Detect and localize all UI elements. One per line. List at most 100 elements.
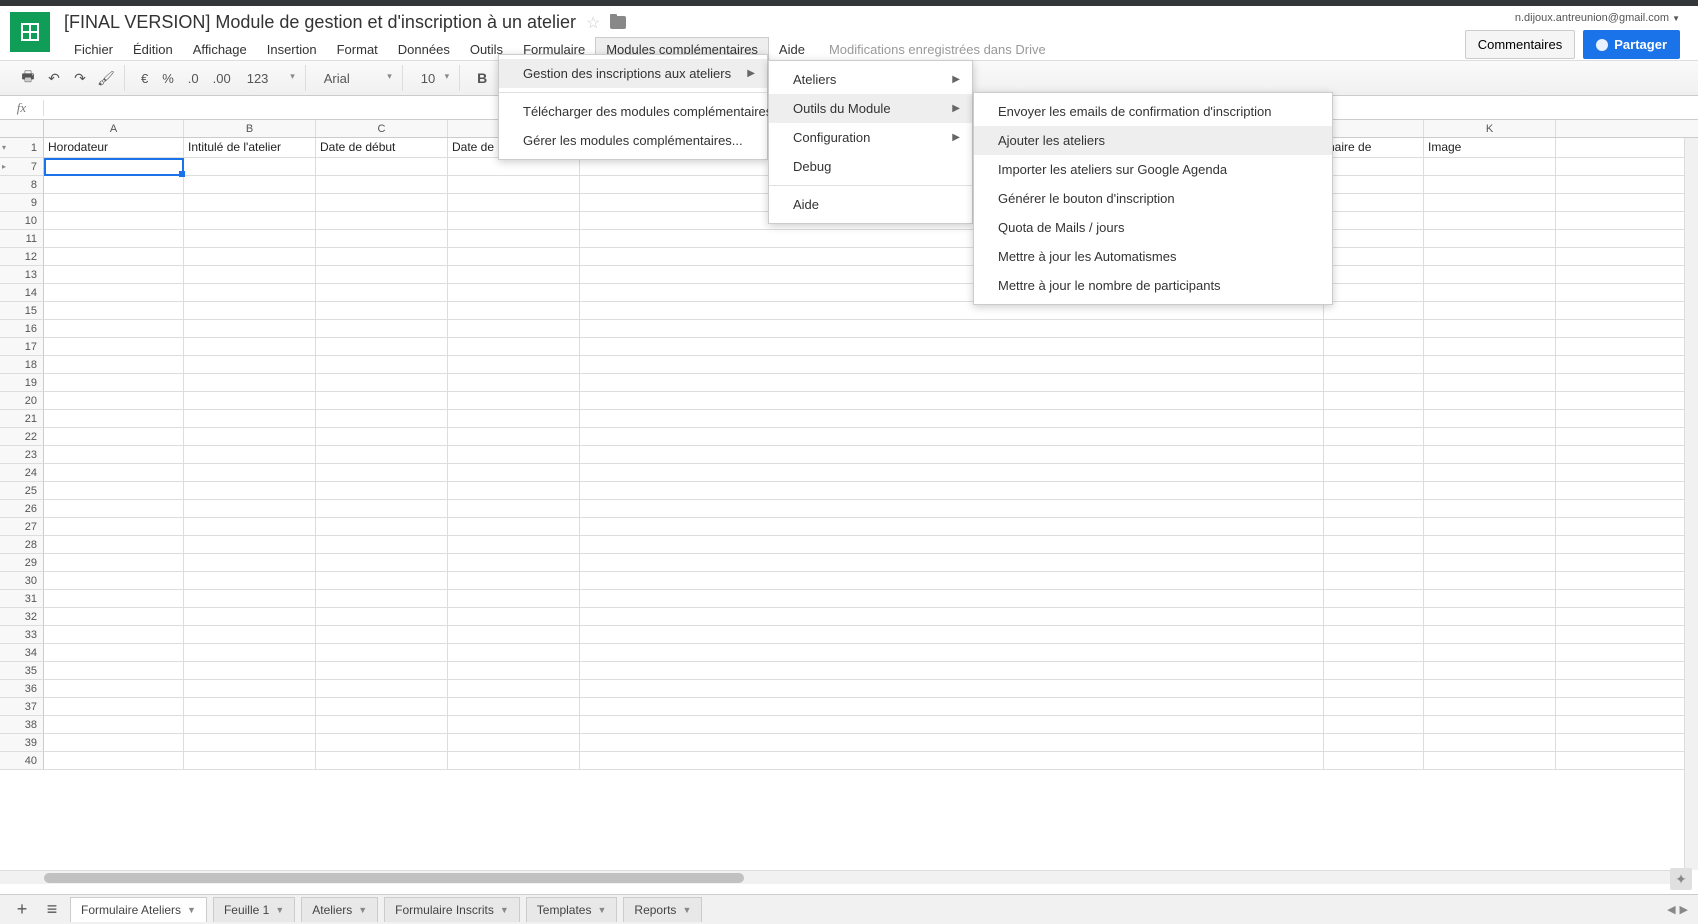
row-header-22[interactable]: 22	[0, 428, 44, 446]
row-header-19[interactable]: 19	[0, 374, 44, 392]
table-row[interactable]	[44, 464, 1698, 482]
row-header-18[interactable]: 18	[0, 356, 44, 374]
cell-partial[interactable]: naire de	[1324, 138, 1424, 157]
col-header-A[interactable]: A	[44, 120, 184, 137]
row-header-31[interactable]: 31	[0, 590, 44, 608]
menu-item[interactable]: Mettre à jour les Automatismes	[974, 242, 1332, 271]
table-row[interactable]	[44, 500, 1698, 518]
number-format-select[interactable]: 123	[239, 69, 299, 88]
row-header-1[interactable]: 1	[0, 138, 44, 158]
row-header-38[interactable]: 38	[0, 716, 44, 734]
sheet-tab[interactable]: Templates▼	[526, 897, 618, 922]
row-header-40[interactable]: 40	[0, 752, 44, 770]
menu-item[interactable]: Gestion des inscriptions aux ateliers▶	[499, 59, 767, 88]
table-row[interactable]	[44, 248, 1698, 266]
menu-format[interactable]: Format	[327, 38, 388, 61]
menu-affichage[interactable]: Affichage	[183, 38, 257, 61]
menu-insertion[interactable]: Insertion	[257, 38, 327, 61]
table-row[interactable]	[44, 734, 1698, 752]
cell-C1[interactable]: Date de début	[316, 138, 448, 157]
row-header-23[interactable]: 23	[0, 446, 44, 464]
table-row[interactable]	[44, 536, 1698, 554]
table-row[interactable]	[44, 608, 1698, 626]
row-header-9[interactable]: 9	[0, 194, 44, 212]
currency-format[interactable]: €	[135, 71, 154, 86]
menu-item[interactable]: Générer le bouton d'inscription	[974, 184, 1332, 213]
col-header-C[interactable]: C	[316, 120, 448, 137]
select-all-corner[interactable]	[0, 120, 44, 137]
menu-aide[interactable]: Aide	[769, 38, 815, 61]
table-row[interactable]	[44, 428, 1698, 446]
row-header-13[interactable]: 13	[0, 266, 44, 284]
comments-button[interactable]: Commentaires	[1465, 30, 1576, 59]
sheet-tab[interactable]: Reports▼	[623, 897, 702, 922]
row-header-17[interactable]: 17	[0, 338, 44, 356]
table-row[interactable]	[44, 320, 1698, 338]
decrease-decimal[interactable]: .0	[182, 71, 205, 86]
menu-item[interactable]: Mettre à jour le nombre de participants	[974, 271, 1332, 300]
table-row[interactable]	[44, 644, 1698, 662]
col-header-B[interactable]: B	[184, 120, 316, 137]
table-row[interactable]	[44, 752, 1698, 770]
menu-fichier[interactable]: Fichier	[64, 38, 123, 61]
tab-prev-icon[interactable]: ◀	[1667, 903, 1675, 916]
share-button[interactable]: Partager	[1583, 30, 1680, 59]
table-row[interactable]	[44, 284, 1698, 302]
menu-item[interactable]: Aide	[769, 190, 972, 219]
table-row[interactable]	[44, 662, 1698, 680]
menu-item[interactable]: Outils du Module▶	[769, 94, 972, 123]
table-row[interactable]	[44, 680, 1698, 698]
font-size-select[interactable]: 10	[413, 69, 453, 88]
row-header-11[interactable]: 11	[0, 230, 44, 248]
add-sheet-button[interactable]: +	[10, 898, 34, 922]
table-row[interactable]	[44, 626, 1698, 644]
tab-navigation[interactable]: ◀ ▶	[1667, 903, 1688, 916]
all-sheets-button[interactable]: ≡	[40, 898, 64, 922]
row-header-10[interactable]: 10	[0, 212, 44, 230]
table-row[interactable]	[44, 698, 1698, 716]
table-row[interactable]	[44, 716, 1698, 734]
table-row[interactable]	[44, 410, 1698, 428]
row-header-8[interactable]: 8	[0, 176, 44, 194]
folder-icon[interactable]	[610, 16, 626, 29]
row-header-29[interactable]: 29	[0, 554, 44, 572]
row-header-14[interactable]: 14	[0, 284, 44, 302]
explore-button[interactable]: ✦	[1670, 868, 1692, 890]
col-header-K[interactable]: K	[1424, 120, 1556, 137]
row-header-39[interactable]: 39	[0, 734, 44, 752]
row-header-28[interactable]: 28	[0, 536, 44, 554]
row-header-36[interactable]: 36	[0, 680, 44, 698]
row-header-15[interactable]: 15	[0, 302, 44, 320]
menu-item[interactable]: Gérer les modules complémentaires...	[499, 126, 767, 155]
star-icon[interactable]: ☆	[586, 13, 600, 33]
cell-B1[interactable]: Intitulé de l'atelier	[184, 138, 316, 157]
table-row[interactable]	[44, 266, 1698, 284]
row-header-33[interactable]: 33	[0, 626, 44, 644]
table-row[interactable]	[44, 590, 1698, 608]
menu-donnees[interactable]: Données	[388, 38, 460, 61]
table-row[interactable]	[44, 572, 1698, 590]
row-header-32[interactable]: 32	[0, 608, 44, 626]
row-header-34[interactable]: 34	[0, 644, 44, 662]
menu-item[interactable]: Ajouter les ateliers	[974, 126, 1332, 155]
table-row[interactable]	[44, 446, 1698, 464]
row-header-26[interactable]: 26	[0, 500, 44, 518]
increase-decimal[interactable]: .00	[207, 71, 237, 86]
row-header-30[interactable]: 30	[0, 572, 44, 590]
menu-item[interactable]: Ateliers▶	[769, 65, 972, 94]
row-header-7[interactable]: 7	[0, 158, 44, 176]
sheet-tab[interactable]: Ateliers▼	[301, 897, 378, 922]
font-family-select[interactable]: Arial	[316, 69, 396, 88]
table-row[interactable]	[44, 554, 1698, 572]
spreadsheet-grid[interactable]: A B C D K 178910111213141516171819202122…	[0, 120, 1698, 884]
menu-item[interactable]: Envoyer les emails de confirmation d'ins…	[974, 97, 1332, 126]
cells-area[interactable]: Horodateur Intitulé de l'atelier Date de…	[44, 138, 1698, 770]
row-header-20[interactable]: 20	[0, 392, 44, 410]
sheet-tab[interactable]: Formulaire Inscrits▼	[384, 897, 520, 922]
table-row[interactable]	[44, 356, 1698, 374]
row-header-25[interactable]: 25	[0, 482, 44, 500]
document-title[interactable]: [FINAL VERSION] Module de gestion et d'i…	[64, 12, 576, 33]
menu-edition[interactable]: Édition	[123, 38, 183, 61]
row-header-24[interactable]: 24	[0, 464, 44, 482]
row-header-16[interactable]: 16	[0, 320, 44, 338]
